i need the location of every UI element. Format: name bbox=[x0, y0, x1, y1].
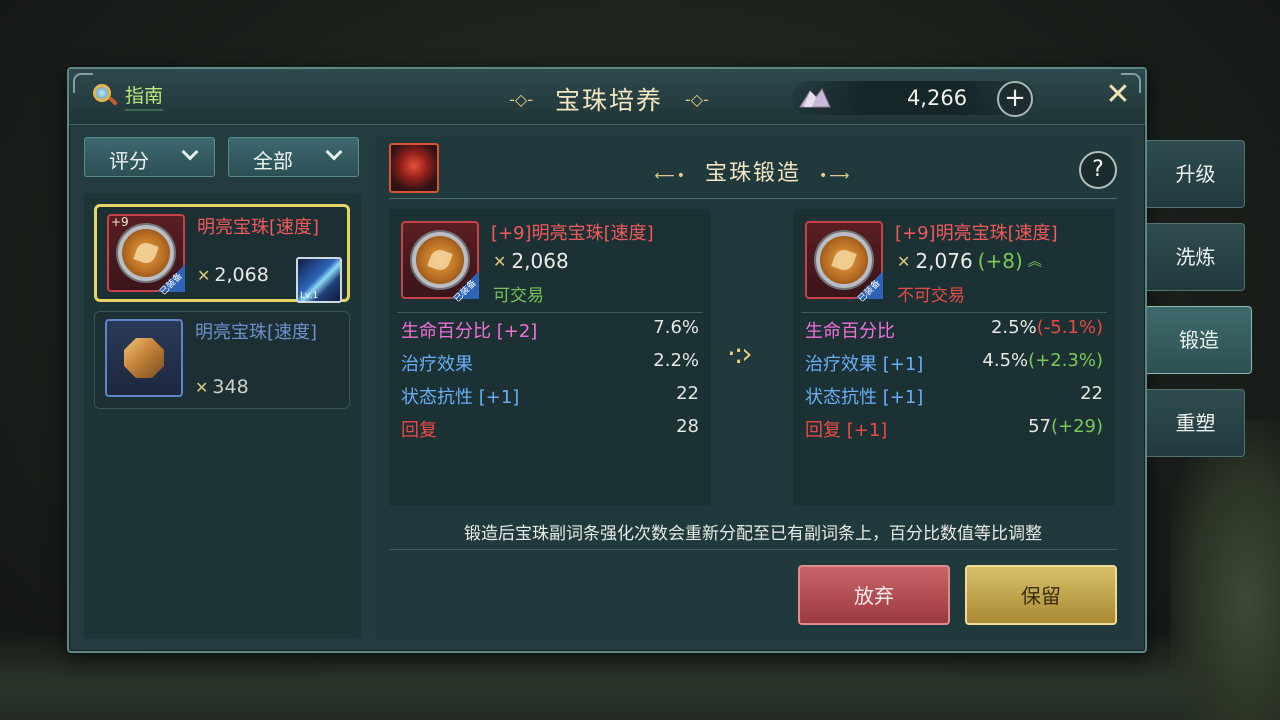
gem-before-card: 已装备 [+9]明亮宝珠[速度] ✕ 2,068 可交易 生命百分比 [+2] 7.… bbox=[389, 209, 711, 506]
forge-panel: ⟵• 宝珠锻造 •⟶ ? 已装备 [+9]明亮宝珠[速度] ✕ 2,068 可交易 生… bbox=[375, 137, 1131, 639]
stat-row: 治疗效果 2.2% bbox=[401, 350, 699, 375]
window-title-wrap: -◇- 宝珠培养 -◇- bbox=[489, 81, 729, 117]
trade-status: 可交易 bbox=[493, 286, 544, 306]
equipped-tag: 已装备 bbox=[855, 271, 883, 305]
hero-skill-icon[interactable]: Lv.1 bbox=[296, 257, 342, 303]
gem-power: ✕ 2,076 (+8) ︽ bbox=[897, 249, 1042, 273]
gem-power: ✕ 2,068 bbox=[493, 249, 569, 273]
forge-note: 锻造后宝珠副词条强化次数会重新分配至已有副词条上，百分比数值等比调整 bbox=[464, 524, 1042, 544]
divider bbox=[389, 549, 1117, 550]
stat-row: 回复 28 bbox=[401, 416, 699, 441]
divider bbox=[397, 312, 703, 313]
crossed-swords-icon: ✕ bbox=[493, 251, 507, 271]
gem-list-item[interactable]: 明亮宝珠[速度] ✕ 348 bbox=[94, 311, 350, 409]
gem-name: 明亮宝珠[速度] bbox=[195, 322, 318, 343]
stat-row: 回复 [+1] 57(+29) bbox=[805, 416, 1103, 441]
guide-link[interactable]: 指南 bbox=[91, 81, 164, 111]
sort-label: 评分 bbox=[109, 149, 149, 173]
ornament-left-icon: -◇- bbox=[509, 89, 533, 109]
stat-row: 状态抗性 [+1] 22 bbox=[805, 383, 1103, 408]
divider bbox=[801, 312, 1107, 313]
stat-row: 治疗效果 [+1] 4.5%(+2.3%) bbox=[805, 350, 1103, 375]
gem-icon-frame: 已装备 bbox=[805, 221, 883, 305]
transform-arrow-icon: ·:› bbox=[727, 337, 752, 370]
currency-amount: 4,266 bbox=[906, 86, 968, 110]
gem-power: ✕ 348 bbox=[195, 376, 249, 398]
background-foliage-right bbox=[1170, 420, 1280, 720]
close-button[interactable]: ✕ bbox=[1103, 80, 1133, 111]
trade-status: 不可交易 bbox=[897, 286, 965, 306]
gem-icon-frame: 已装备 bbox=[401, 221, 479, 305]
crossed-swords-icon: ✕ bbox=[195, 377, 209, 397]
gem-name: 明亮宝珠[速度] bbox=[197, 217, 320, 238]
gem-level: +9 bbox=[111, 215, 129, 229]
currency-display: 4,266 + bbox=[792, 81, 1036, 117]
give-up-button[interactable]: 放弃 bbox=[798, 565, 950, 625]
title-bar: 指南 -◇- 宝珠培养 -◇- 4,266 + ✕ bbox=[69, 69, 1145, 125]
keep-button[interactable]: 保留 bbox=[965, 565, 1117, 625]
tab-refine[interactable]: 洗炼 bbox=[1147, 223, 1245, 291]
gem-name: [+9]明亮宝珠[速度] bbox=[895, 223, 1058, 244]
divider bbox=[389, 198, 1117, 199]
window-title: 宝珠培养 bbox=[554, 86, 663, 115]
gem-name: [+9]明亮宝珠[速度] bbox=[491, 223, 654, 244]
stat-row: 生命百分比 [+2] 7.6% bbox=[401, 317, 699, 342]
tab-reshape[interactable]: 重塑 bbox=[1147, 389, 1245, 457]
equipped-tag: 已装备 bbox=[157, 264, 185, 298]
category-label: 全部 bbox=[253, 149, 293, 173]
gem-octagon-icon bbox=[124, 338, 164, 378]
gem-list-item-selected[interactable]: 已装备 +9 明亮宝珠[速度] ✕ 2,068 Lv.1 bbox=[94, 204, 350, 303]
increase-icon: ︽ bbox=[1027, 254, 1042, 270]
ornament-left-icon: ⟵• bbox=[654, 168, 687, 184]
gem-power: ✕ 2,068 bbox=[197, 264, 269, 286]
stat-row: 状态抗性 [+1] 22 bbox=[401, 383, 699, 408]
gem-cultivation-window: 指南 -◇- 宝珠培养 -◇- 4,266 + ✕ 评分 全部 已装备 +9 明… bbox=[67, 67, 1147, 653]
help-button[interactable]: ? bbox=[1079, 151, 1117, 189]
corner-ornament bbox=[73, 73, 93, 93]
ornament-right-icon: -◇- bbox=[685, 89, 709, 109]
gem-after-card: 已装备 [+9]明亮宝珠[速度] ✕ 2,076 (+8) ︽ 不可交易 生命百分比 … bbox=[793, 209, 1115, 506]
crossed-swords-icon: ✕ bbox=[197, 265, 211, 285]
stat-row: 生命百分比 2.5%(-5.1%) bbox=[805, 317, 1103, 342]
ornament-right-icon: •⟶ bbox=[819, 168, 852, 184]
crossed-swords-icon: ✕ bbox=[897, 251, 911, 271]
crystal-currency-icon bbox=[799, 88, 831, 108]
chevron-down-icon bbox=[181, 143, 199, 161]
forge-title: ⟵• 宝珠锻造 •⟶ bbox=[654, 161, 852, 186]
category-dropdown[interactable]: 全部 bbox=[228, 137, 359, 177]
equipped-tag: 已装备 bbox=[451, 271, 479, 305]
tab-upgrade[interactable]: 升级 bbox=[1147, 140, 1245, 208]
sort-dropdown[interactable]: 评分 bbox=[84, 137, 215, 177]
gem-icon-frame bbox=[105, 319, 183, 397]
guide-label: 指南 bbox=[125, 81, 164, 111]
tab-forge[interactable]: 锻造 bbox=[1147, 306, 1252, 374]
chevron-down-icon bbox=[325, 143, 343, 161]
magnifier-icon bbox=[91, 82, 119, 110]
add-currency-button[interactable]: + bbox=[997, 81, 1033, 117]
